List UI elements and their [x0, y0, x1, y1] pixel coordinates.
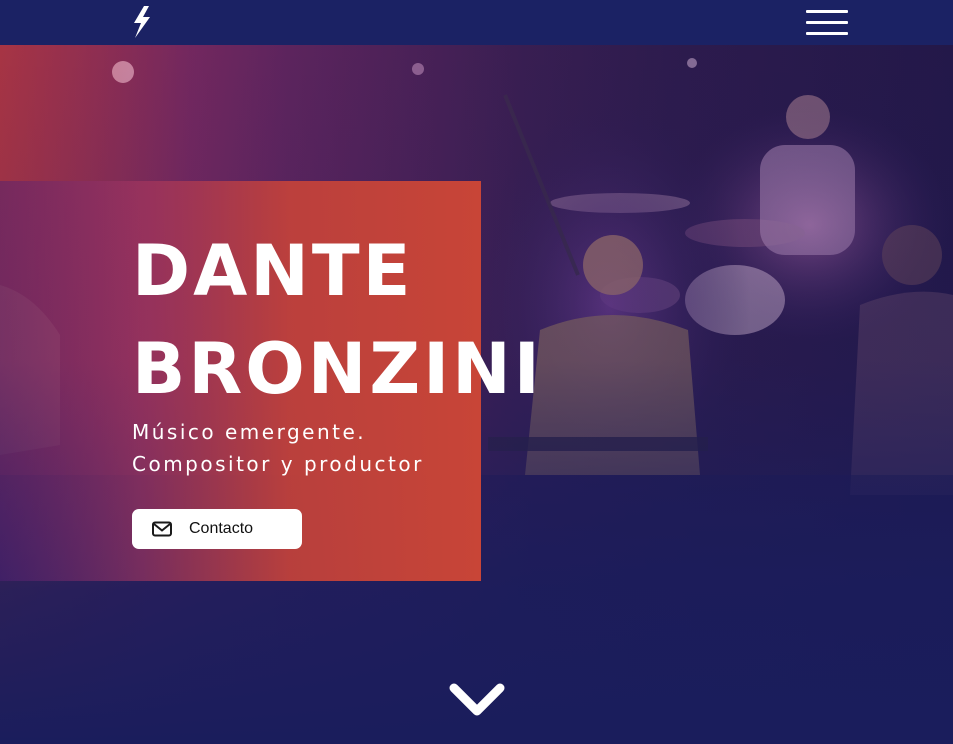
hero-subtitle-line-2: Compositor y productor — [132, 452, 424, 476]
hero-subtitle: Músico emergente. Compositor y productor — [132, 416, 424, 480]
hero-title-last-name: BRONZINI — [132, 328, 543, 410]
top-navbar — [0, 0, 953, 45]
hero-subtitle-line-1: Músico emergente. — [132, 420, 367, 444]
menu-bar-bottom — [806, 32, 848, 35]
hamburger-menu-icon[interactable] — [806, 9, 848, 37]
menu-bar-top — [806, 10, 848, 13]
lightning-bolt-icon[interactable] — [131, 6, 153, 38]
hero-highlight-fade — [0, 181, 140, 581]
chevron-down-icon[interactable] — [448, 682, 506, 720]
menu-bar-middle — [806, 21, 848, 24]
contact-button-label: Contacto — [189, 520, 254, 537]
contact-button[interactable]: Contacto — [132, 509, 302, 549]
page: DANTE BRONZINI Músico emergente. Composi… — [0, 0, 953, 744]
hero-title: DANTE BRONZINI — [132, 222, 543, 418]
envelope-icon — [152, 521, 172, 537]
hero-title-first-name: DANTE — [132, 230, 414, 312]
